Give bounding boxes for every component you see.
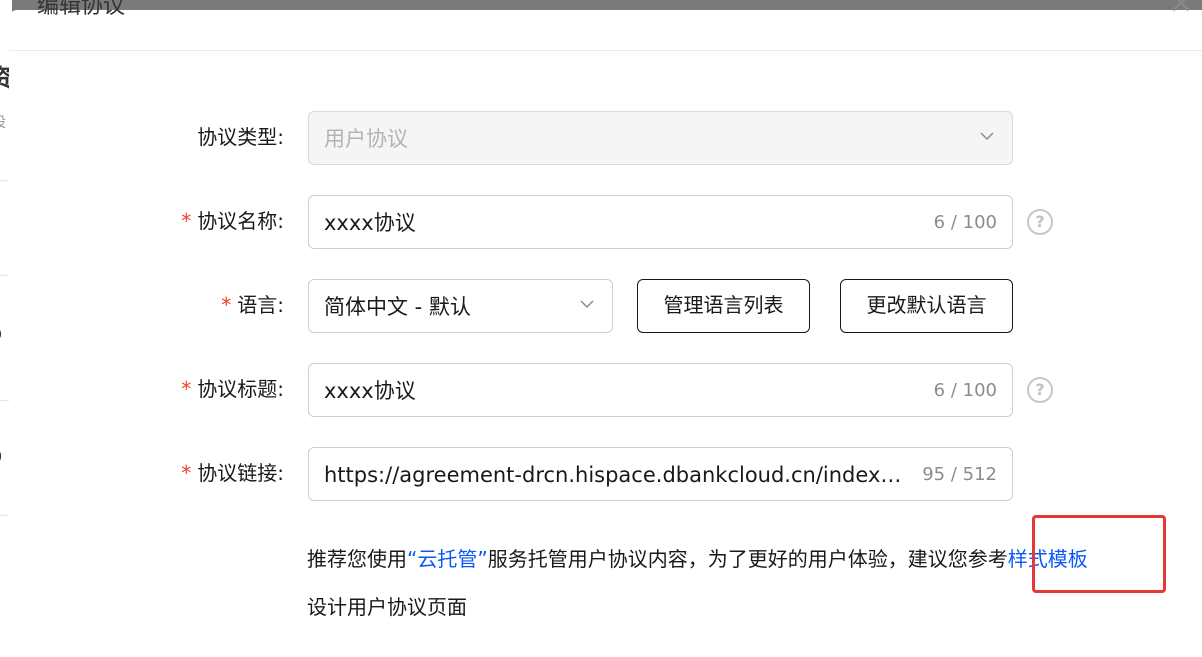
background-text-fragment: 9 — [0, 325, 2, 345]
agreement-name-value: xxxx协议 — [324, 211, 416, 235]
dialog-title: 编辑协议 — [37, 0, 126, 19]
required-mark: * — [221, 293, 232, 317]
character-counter: 95 / 512 — [922, 464, 997, 485]
agreement-name-row: * 协议名称: — [9, 198, 284, 252]
agreement-link-label: * 协议链接: — [181, 461, 284, 485]
agreement-title-value: xxxx协议 — [324, 379, 416, 403]
required-mark: * — [181, 377, 192, 401]
language-label: * 语言: — [221, 293, 284, 317]
highlight-box — [1032, 515, 1166, 593]
agreement-link-input[interactable]: https://agreement-drcn.hispace.dbankclou… — [308, 447, 1013, 501]
agreement-link-value: https://agreement-drcn.hispace.dbankclou… — [324, 463, 904, 487]
character-counter: 6 / 100 — [933, 212, 997, 233]
change-default-language-button[interactable]: 更改默认语言 — [840, 279, 1013, 333]
agreement-link-row: * 协议链接: — [9, 450, 284, 504]
agreement-type-label: 协议类型: — [197, 125, 284, 149]
chevron-down-icon — [980, 132, 994, 141]
dialog-header: 编辑协议 × — [9, 0, 1202, 51]
close-icon[interactable]: × — [1166, 0, 1196, 18]
background-text-fragment: 0 — [0, 447, 2, 467]
agreement-title-row: * 协议标题: — [9, 366, 284, 420]
character-counter: 6 / 100 — [933, 380, 997, 401]
agreement-type-select[interactable]: 用户协议 — [308, 111, 1013, 165]
help-icon[interactable]: ? — [1027, 209, 1053, 235]
help-icon[interactable]: ? — [1027, 377, 1053, 403]
cloud-hosting-link[interactable]: “云托管” — [407, 547, 488, 571]
tip-text: 设计用户协议页面 — [307, 595, 467, 619]
background-subtext-fragment: 设 — [0, 113, 6, 133]
agreement-title-input[interactable]: xxxx协议 6 / 100 — [308, 363, 1013, 417]
chevron-down-icon — [580, 300, 594, 309]
manage-language-list-button[interactable]: 管理语言列表 — [637, 279, 810, 333]
language-row: * 语言: — [9, 282, 284, 336]
agreement-name-input[interactable]: xxxx协议 6 / 100 — [308, 195, 1013, 249]
edit-agreement-dialog: 编辑协议 × 协议类型: 用户协议 * 协议名称: xxxx协议 6 / 100 … — [9, 0, 1202, 657]
tip-text: 推荐您使用 — [307, 547, 407, 571]
agreement-type-value: 用户协议 — [324, 127, 408, 151]
agreement-title-label: * 协议标题: — [181, 377, 284, 401]
tip-text: 服务托管用户协议内容，为了更好的用户体验，建议您参考 — [487, 547, 1008, 571]
required-mark: * — [181, 209, 192, 233]
language-value: 简体中文 - 默认 — [324, 295, 471, 319]
agreement-type-row: 协议类型: — [9, 114, 284, 168]
required-mark: * — [181, 461, 192, 485]
language-select[interactable]: 简体中文 - 默认 — [308, 279, 613, 333]
agreement-name-label: * 协议名称: — [181, 209, 284, 233]
